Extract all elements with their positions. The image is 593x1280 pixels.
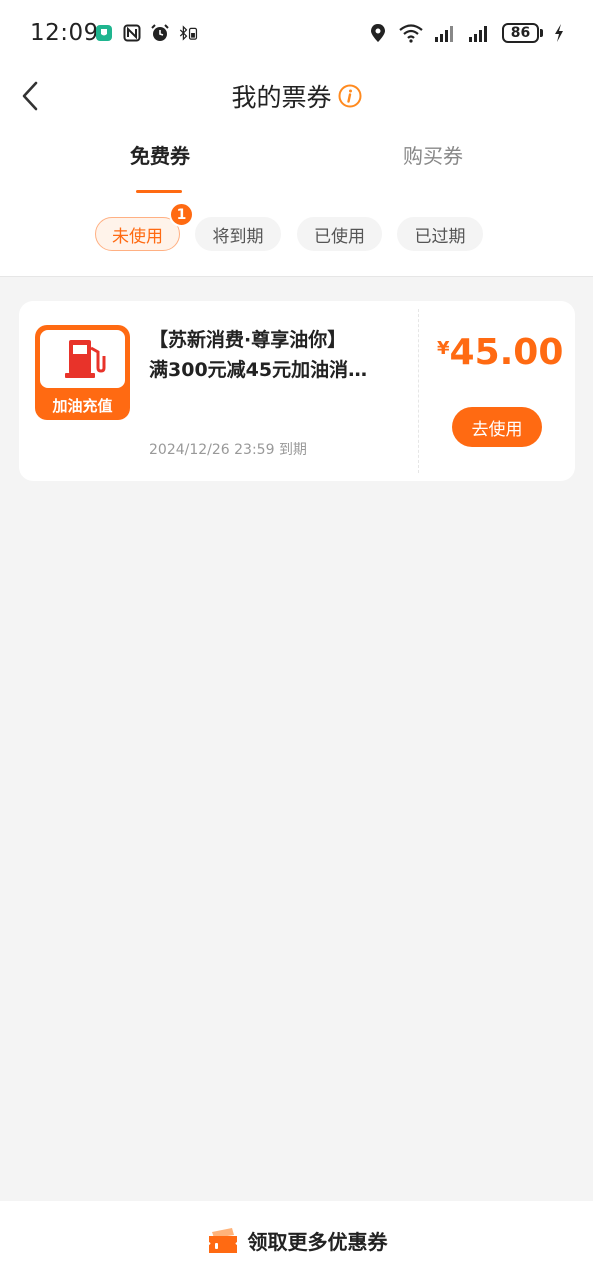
alarm-icon xyxy=(150,22,170,44)
fuel-pump-icon xyxy=(65,340,106,378)
unused-count-badge: 1 xyxy=(169,202,194,227)
filter-expiring-soon[interactable]: 将到期 xyxy=(195,217,281,251)
tab-purchased-coupons[interactable]: 购买券 xyxy=(383,140,483,169)
currency-symbol: ¥ xyxy=(437,338,450,359)
page-title: 我的票券 xyxy=(231,83,332,112)
filter-used[interactable]: 已使用 xyxy=(297,217,382,251)
signal-icon xyxy=(434,22,458,44)
coupon-value: ¥45.00 xyxy=(437,332,563,373)
battery-level: 86 xyxy=(502,23,539,43)
get-more-coupons-button[interactable]: 领取更多优惠券 xyxy=(0,1201,593,1280)
coupon-card[interactable]: 加油充值 【苏新消费·尊享油你】 满300元减45元加油消… 2024/12/2… xyxy=(19,301,575,481)
status-filter-chips: 未使用 1 将到期 已使用 已过期 xyxy=(0,202,593,253)
active-tab-indicator xyxy=(136,190,182,193)
coupon-icon-label: 加油充值 xyxy=(52,397,113,415)
nfc-icon xyxy=(122,22,142,44)
coupon-title-line2: 满300元减45元加油消… xyxy=(149,359,368,381)
bluetooth-battery-icon xyxy=(178,22,198,44)
filter-unused[interactable]: 未使用 xyxy=(95,217,180,251)
title-wrap: 我的票券 xyxy=(0,78,593,114)
coupon-amount: 45.00 xyxy=(449,332,564,373)
coupon-title-line1: 【苏新消费·尊享油你】 xyxy=(149,329,347,351)
card-divider xyxy=(418,309,419,473)
info-icon xyxy=(338,84,361,108)
status-icons-left xyxy=(94,22,198,44)
tab-free-coupons[interactable]: 免费券 xyxy=(110,140,210,169)
get-more-coupons-label: 领取更多优惠券 xyxy=(247,1230,388,1254)
status-bar: 12:09 86 xyxy=(0,0,593,68)
battery-icon: 86 xyxy=(502,23,543,43)
filter-expired[interactable]: 已过期 xyxy=(397,217,483,251)
ticket-icon xyxy=(208,1227,237,1253)
signal-icon xyxy=(468,22,492,44)
info-button[interactable] xyxy=(338,84,362,108)
charging-icon xyxy=(553,22,565,44)
shield-app-icon xyxy=(94,22,114,44)
use-coupon-button[interactable]: 去使用 xyxy=(452,407,542,447)
location-icon xyxy=(368,22,388,44)
header: 我的票券 xyxy=(0,68,593,126)
coupon-title: 【苏新消费·尊享油你】 满300元减45元加油消… xyxy=(149,325,399,385)
coupon-type-tabs: 免费券 购买券 xyxy=(0,140,593,196)
coupon-image: 加油充值 xyxy=(35,325,130,420)
status-time: 12:09 xyxy=(30,20,99,46)
wifi-icon xyxy=(398,22,424,44)
coupon-expiry: 2024/12/26 23:59 到期 xyxy=(149,442,307,458)
status-icons-right: 86 xyxy=(368,22,565,44)
